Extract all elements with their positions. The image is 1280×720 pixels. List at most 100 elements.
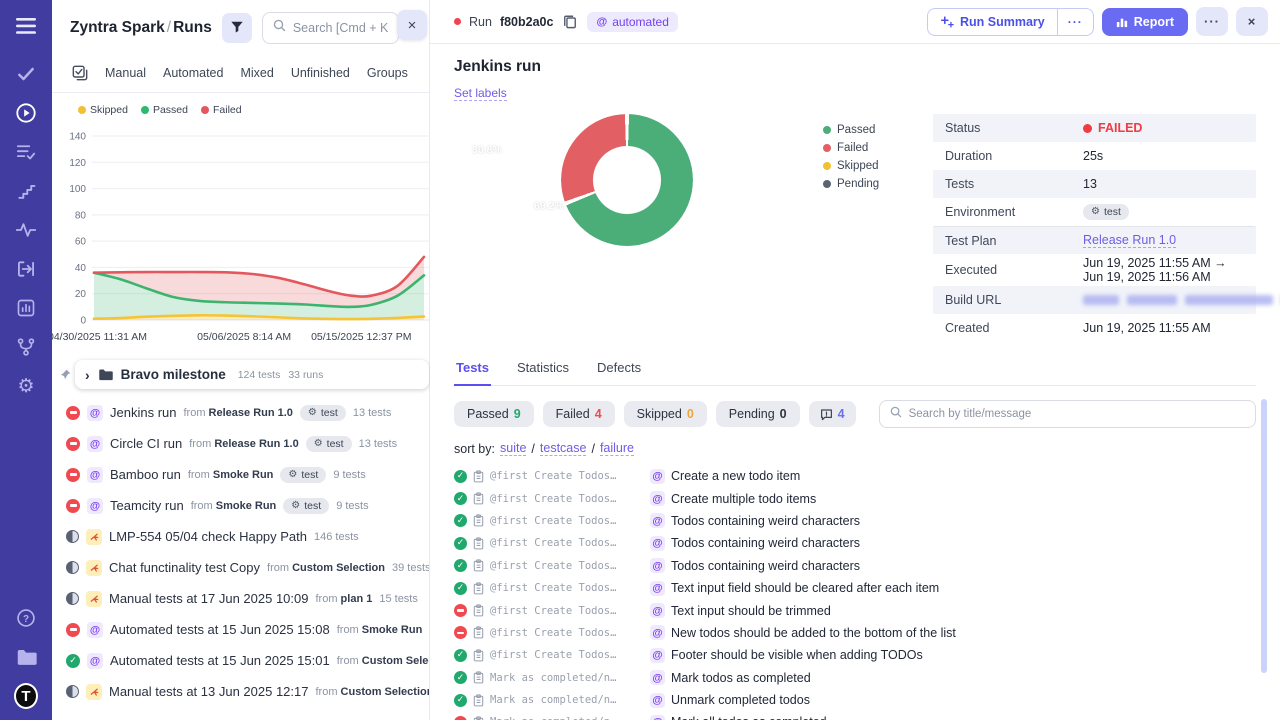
search-input[interactable] — [293, 21, 388, 35]
clipboard-icon — [473, 671, 484, 684]
tab-automated[interactable]: Automated — [163, 66, 223, 80]
test-row[interactable]: @first Create Todos… @ Todos containing … — [454, 510, 1256, 532]
legend-passed: Passed — [823, 124, 909, 136]
svg-text:0: 0 — [80, 316, 86, 327]
gear-icon: ⚙ — [17, 377, 34, 396]
test-row[interactable]: @first Create Todos… @ New todos should … — [454, 622, 1256, 644]
test-plans-icon[interactable] — [14, 140, 38, 164]
test-row[interactable]: @first Create Todos… @ Create a new todo… — [454, 465, 1256, 487]
test-status-icon — [454, 537, 467, 550]
run-from: from plan 1 — [315, 593, 372, 605]
run-list-item[interactable]: @ Manual tests at 17 Jun 2025 10:09 from… — [52, 583, 429, 614]
help-icon[interactable]: ? — [14, 606, 38, 630]
steps-icon[interactable] — [14, 179, 38, 203]
tab-statistics[interactable]: Statistics — [515, 360, 571, 385]
test-row[interactable]: @first Create Todos… @ Footer should be … — [454, 644, 1256, 666]
automated-icon: @ — [650, 469, 665, 484]
analytics-icon[interactable] — [14, 296, 38, 320]
runs-play-icon[interactable] — [14, 101, 38, 125]
runs-trend-chart[interactable]: 02040608010012014004/30/2025 11:31 AM05/… — [52, 118, 429, 350]
projects-folder-icon[interactable] — [14, 645, 38, 669]
automated-run-icon: @ — [87, 622, 103, 638]
test-row[interactable]: @first Create Todos… @ Text input field … — [454, 577, 1256, 599]
env-badge: ⚙test — [306, 436, 352, 452]
test-row[interactable]: @first Create Todos… @ Todos containing … — [454, 532, 1256, 554]
manual-run-icon — [86, 684, 102, 700]
copy-icon[interactable] — [561, 12, 579, 31]
run-list-item[interactable]: @ Circle CI run from Release Run 1.0 ⚙te… — [52, 428, 429, 459]
filter-passed[interactable]: Passed9 — [454, 401, 534, 427]
donut-ring[interactable] — [561, 114, 693, 246]
field-created: Created Jun 19, 2025 11:55 AM — [933, 314, 1256, 342]
tab-tests[interactable]: Tests — [454, 360, 491, 386]
sort-testcase-link[interactable]: testcase — [540, 441, 587, 456]
test-row[interactable]: @first Create Todos… @ Todos containing … — [454, 555, 1256, 577]
test-row[interactable]: @first Create Todos… @ Create multiple t… — [454, 487, 1256, 509]
legend-failed: Failed — [201, 104, 242, 116]
sort-failure-link[interactable]: failure — [600, 441, 634, 456]
run-list-item[interactable]: @ Bamboo run from Smoke Run ⚙test 9 test… — [52, 459, 429, 490]
run-summary-more-button[interactable]: ··· — [1057, 9, 1093, 35]
filter-skipped[interactable]: Skipped0 — [624, 401, 707, 427]
test-row[interactable]: Mark as completed/n… @ Unmark completed … — [454, 689, 1256, 711]
automated-icon: @ — [650, 513, 665, 528]
chevron-right-icon[interactable]: › — [85, 368, 90, 382]
run-list-item[interactable]: @ Manual tests at 13 Jun 2025 12:17 from… — [52, 676, 429, 707]
test-plan-link[interactable]: Release Run 1.0 — [1083, 233, 1176, 248]
svg-text:05/15/2025 12:37 PM: 05/15/2025 12:37 PM — [311, 331, 411, 343]
more-options-button[interactable]: ··· — [1196, 7, 1228, 36]
tab-defects[interactable]: Defects — [595, 360, 643, 385]
run-list-item[interactable]: @ Jenkins run from Release Run 1.0 ⚙test… — [52, 397, 429, 428]
branches-icon[interactable] — [14, 335, 38, 359]
test-row[interactable]: @first Create Todos… @ Text input should… — [454, 599, 1256, 621]
run-list-item[interactable]: @ Teamcity run from Smoke Run ⚙test 9 te… — [52, 490, 429, 521]
filter-failed[interactable]: Failed4 — [543, 401, 615, 427]
run-from: from Smoke Run — [188, 469, 274, 481]
app-logo[interactable]: T — [14, 684, 38, 708]
report-button[interactable]: Report — [1102, 8, 1188, 36]
run-summary-button[interactable]: Run Summary — [928, 9, 1057, 35]
tests-check-icon[interactable] — [14, 62, 38, 86]
run-label: Run — [469, 15, 492, 29]
test-title: Todos containing weird characters — [671, 559, 860, 573]
run-list-item[interactable]: @ Automated tests at 15 Jun 2025 15:08 f… — [52, 614, 429, 645]
test-row[interactable]: Mark as completed/n… @ Mark todos as com… — [454, 667, 1256, 689]
automated-run-icon: @ — [87, 405, 103, 421]
clipboard-icon — [473, 626, 484, 639]
select-all-icon[interactable] — [72, 65, 88, 81]
run-status-icon — [66, 499, 80, 513]
test-row[interactable]: Mark as completed/n… @ Mark all todos as… — [454, 711, 1256, 720]
run-list-item[interactable]: @ LMP-554 05/04 check Happy Path ⚙ 146 t… — [52, 521, 429, 552]
breadcrumb: Zyntra Spark/Runs — [70, 19, 212, 37]
run-name: LMP-554 05/04 check Happy Path — [109, 529, 307, 544]
tab-manual[interactable]: Manual — [105, 66, 146, 80]
activity-pulse-icon[interactable] — [14, 218, 38, 242]
sort-prefix: sort by: — [454, 442, 495, 456]
scrollbar-thumb[interactable] — [1261, 399, 1267, 673]
run-status-icon — [66, 530, 79, 543]
tests-list: @first Create Todos… @ Create a new todo… — [454, 465, 1256, 720]
test-title: Todos containing weird characters — [671, 536, 860, 550]
test-status-icon — [454, 671, 467, 684]
filter-button[interactable] — [222, 13, 252, 43]
panel-close-button[interactable]: × — [397, 10, 427, 40]
import-icon[interactable] — [14, 257, 38, 281]
close-run-button[interactable]: × — [1236, 7, 1268, 36]
legend-passed: Passed — [141, 104, 188, 116]
run-list-item[interactable]: @ Chat functinality test Copy from Custo… — [52, 552, 429, 583]
sort-suite-link[interactable]: suite — [500, 441, 526, 456]
tab-mixed[interactable]: Mixed — [240, 66, 273, 80]
field-environment: Environment ⚙test — [933, 198, 1256, 226]
project-name[interactable]: Zyntra Spark — [70, 19, 165, 36]
settings-gear-icon[interactable]: ⚙ — [14, 374, 38, 398]
run-list-item[interactable]: @ Automated tests at 15 Jun 2025 15:01 f… — [52, 645, 429, 676]
folder-row[interactable]: › Bravo milestone 124 tests33 runs — [75, 360, 429, 389]
menu-icon[interactable] — [14, 14, 38, 38]
filter-pending[interactable]: Pending0 — [716, 401, 800, 427]
tab-groups[interactable]: Groups — [367, 66, 408, 80]
set-labels-link[interactable]: Set labels — [454, 86, 507, 101]
filter-comments[interactable]: 4 — [809, 401, 856, 427]
test-title: Text input should be trimmed — [671, 604, 831, 618]
tab-unfinished[interactable]: Unfinished — [291, 66, 350, 80]
tests-search-input[interactable] — [909, 408, 1245, 420]
